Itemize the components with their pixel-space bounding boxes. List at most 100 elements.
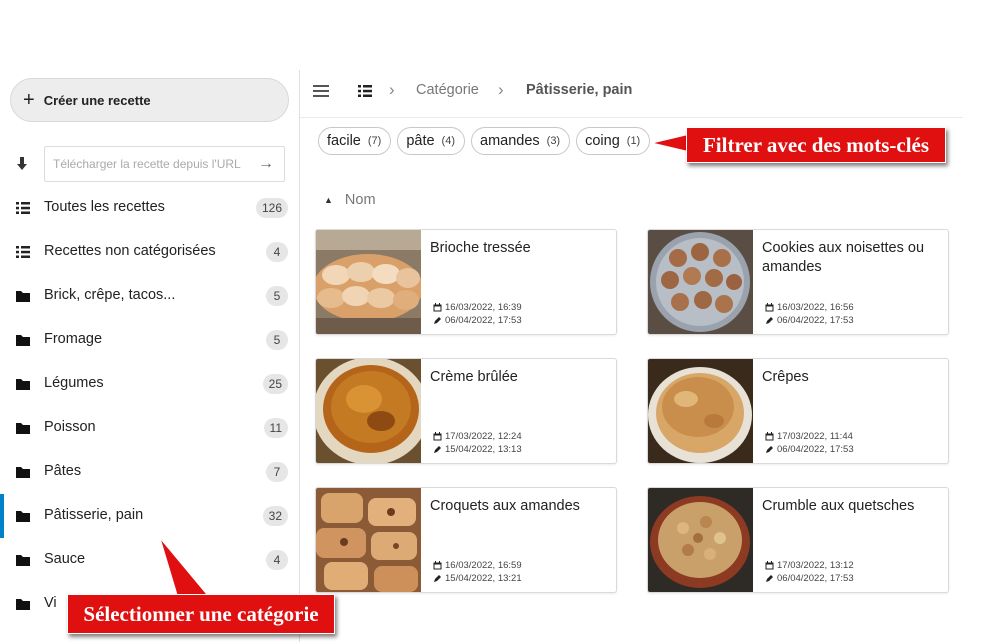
callout-pointer: [159, 537, 212, 599]
created-date: 16/03/2022, 16:39: [445, 302, 522, 313]
sidebar-item-label: Fromage: [44, 331, 103, 347]
sidebar-item-label: Toutes les recettes: [44, 199, 165, 215]
calendar-icon: [433, 432, 442, 441]
sidebar-item-patisserie-pain[interactable]: Pâtisserie, pain 32: [0, 494, 299, 538]
sidebar-item-label: Pâtisserie, pain: [44, 507, 144, 523]
breadcrumb-category[interactable]: Catégorie: [416, 82, 479, 98]
folder-icon: [16, 555, 30, 566]
chevron-right-icon: ›: [389, 80, 395, 99]
annotation-filter-keywords: Filtrer avec des mots-clés: [686, 127, 946, 163]
tag-label: coing: [585, 133, 620, 149]
import-url-row: →: [0, 146, 299, 182]
tag-count: (4): [441, 135, 455, 147]
recipe-title: Brioche tressée: [430, 240, 531, 256]
tag-pate[interactable]: pâte (4): [397, 127, 465, 155]
download-icon[interactable]: [14, 156, 30, 172]
sidebar-item-label: Poisson: [44, 419, 96, 435]
count-badge: 4: [266, 242, 288, 262]
tag-coing[interactable]: coing (1): [576, 127, 651, 155]
breadcrumb-current: Pâtisserie, pain: [526, 82, 633, 98]
recipe-card-crepes[interactable]: Crêpes 17/03/2022, 11:44 06/04/2022, 17:…: [647, 358, 949, 464]
recipe-thumbnail: [316, 488, 421, 592]
calendar-icon: [765, 561, 774, 570]
created-date: 16/03/2022, 16:56: [777, 302, 854, 313]
recipe-dates: 17/03/2022, 13:12 06/04/2022, 17:53: [765, 559, 854, 585]
sidebar-item-label: Recettes non catégorisées: [44, 243, 216, 259]
pencil-icon: [434, 575, 441, 582]
tag-label: pâte: [406, 133, 435, 149]
sidebar-item-label: Brick, crêpe, tacos...: [44, 287, 176, 303]
count-badge: 5: [266, 330, 288, 350]
import-url-input[interactable]: [44, 146, 285, 182]
sidebar-item-brick-crepe-tacos[interactable]: Brick, crêpe, tacos... 5: [0, 274, 299, 318]
sidebar-item-pates[interactable]: Pâtes 7: [0, 450, 299, 494]
folder-icon: [16, 291, 30, 302]
sidebar-item-poisson[interactable]: Poisson 11: [0, 406, 299, 450]
sidebar-item-label: Légumes: [44, 375, 104, 391]
sort-ascending-icon: ▲: [324, 195, 333, 205]
calendar-icon: [765, 432, 774, 441]
tag-label: amandes: [480, 133, 540, 149]
pencil-icon: [766, 575, 773, 582]
folder-icon: [16, 511, 30, 522]
created-date: 17/03/2022, 13:12: [777, 560, 854, 571]
recipe-title: Crumble aux quetsches: [762, 498, 915, 514]
recipe-card-cookies[interactable]: Cookies aux noisettes ou amandes 16/03/2…: [647, 229, 949, 335]
tag-amandes[interactable]: amandes (3): [471, 127, 571, 155]
tag-count: (3): [546, 135, 561, 147]
created-date: 16/03/2022, 16:59: [445, 560, 522, 571]
annotation-select-category: Sélectionner une catégorie: [67, 594, 335, 634]
list-icon[interactable]: [357, 83, 373, 99]
hamburger-menu-icon[interactable]: [313, 84, 329, 98]
folder-icon: [16, 599, 30, 610]
count-badge: 7: [266, 462, 288, 482]
list-icon: [16, 202, 30, 214]
sidebar-item-uncategorized[interactable]: Recettes non catégorisées 4: [0, 230, 299, 274]
modified-date: 15/04/2022, 13:13: [445, 444, 522, 455]
recipe-thumbnail: [648, 230, 753, 334]
modified-date: 06/04/2022, 17:53: [777, 444, 854, 455]
pencil-icon: [766, 317, 773, 324]
folder-icon: [16, 379, 30, 390]
tag-facile[interactable]: facile (7): [318, 127, 392, 155]
sidebar-item-legumes[interactable]: Légumes 25: [0, 362, 299, 406]
created-date: 17/03/2022, 12:24: [445, 431, 522, 442]
keyword-filter: facile (7) pâte (4) amandes (3) coing (1): [318, 127, 651, 155]
recipe-card-brioche[interactable]: Brioche tressée 16/03/2022, 16:39 06/04/…: [315, 229, 617, 335]
count-badge: 126: [255, 198, 288, 218]
folder-icon: [16, 467, 30, 478]
sidebar-item-all-recipes[interactable]: Toutes les recettes 126: [0, 186, 299, 230]
sidebar-item-label: Sauce: [44, 551, 86, 567]
pencil-icon: [434, 317, 441, 324]
folder-icon: [16, 423, 30, 434]
sort-by-name[interactable]: ▲ Nom: [324, 192, 376, 208]
sidebar-item-label: Pâtes: [44, 463, 82, 479]
recipe-card-crumble[interactable]: Crumble aux quetsches 17/03/2022, 13:12 …: [647, 487, 949, 593]
recipe-dates: 16/03/2022, 16:56 06/04/2022, 17:53: [765, 301, 854, 327]
list-icon: [16, 246, 30, 258]
recipe-thumbnail: [648, 488, 753, 592]
recipe-card-creme-brulee[interactable]: Crème brûlée 17/03/2022, 12:24 15/04/202…: [315, 358, 617, 464]
calendar-icon: [765, 303, 774, 312]
recipe-dates: 16/03/2022, 16:39 06/04/2022, 17:53: [433, 301, 522, 327]
recipe-title: Croquets aux amandes: [430, 498, 580, 514]
create-recipe-button[interactable]: + Créer une recette: [10, 78, 289, 122]
recipe-thumbnail: [316, 359, 421, 463]
count-badge: 4: [266, 550, 288, 570]
recipe-dates: 17/03/2022, 12:24 15/04/2022, 13:13: [433, 430, 522, 456]
recipe-card-croquets[interactable]: Croquets aux amandes 16/03/2022, 16:59 1…: [315, 487, 617, 593]
chevron-right-icon: ›: [498, 80, 504, 99]
calendar-icon: [433, 561, 442, 570]
pencil-icon: [766, 446, 773, 453]
recipe-title: Crêpes: [762, 369, 809, 385]
recipe-dates: 16/03/2022, 16:59 15/04/2022, 13:21: [433, 559, 522, 585]
sidebar-item-fromage[interactable]: Fromage 5: [0, 318, 299, 362]
arrow-right-icon[interactable]: →: [256, 154, 276, 174]
modified-date: 06/04/2022, 17:53: [777, 573, 854, 584]
sidebar-item-label: Vi: [44, 595, 57, 611]
modified-date: 06/04/2022, 17:53: [777, 315, 854, 326]
modified-date: 06/04/2022, 17:53: [445, 315, 522, 326]
create-recipe-label: Créer une recette: [43, 92, 151, 108]
tag-count: (7): [367, 135, 382, 147]
folder-icon: [16, 335, 30, 346]
